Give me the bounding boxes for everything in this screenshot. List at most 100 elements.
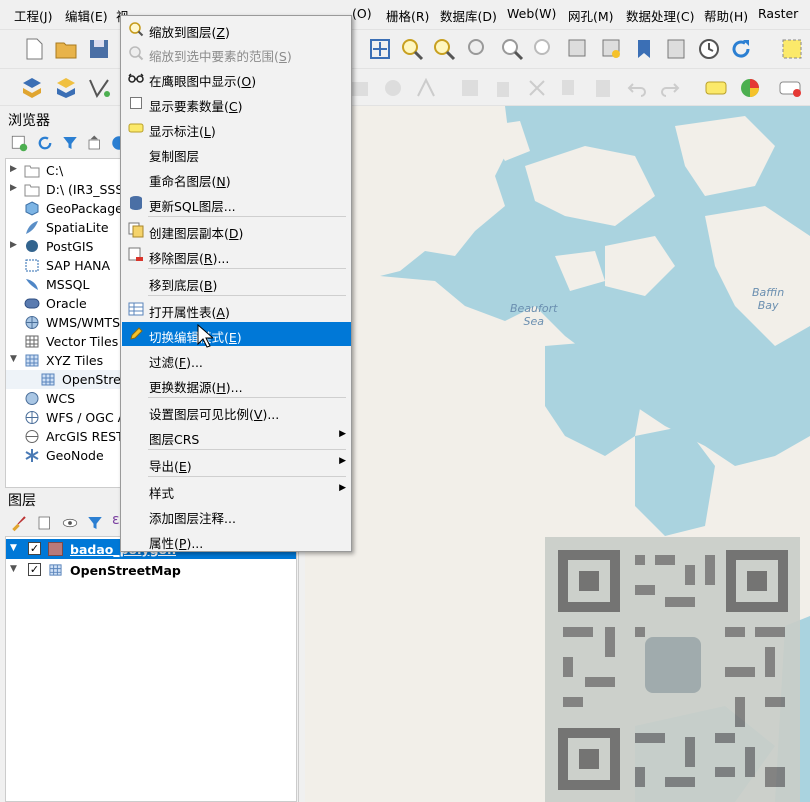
- data-source-manager-icon[interactable]: [20, 76, 44, 100]
- menu-layer-crs[interactable]: 图层CRS ▶: [122, 424, 351, 448]
- add-selected-layers-icon[interactable]: [10, 134, 28, 152]
- zoom-native-icon[interactable]: [466, 37, 490, 61]
- layer-visibility-checkbox[interactable]: ✓: [28, 563, 41, 576]
- menu-show-feature-count[interactable]: 显示要素数量(C): [122, 91, 351, 115]
- zoom-layer-toolbar-icon[interactable]: [532, 37, 556, 61]
- open-project-icon[interactable]: [54, 37, 78, 61]
- geopackage-icon: [25, 201, 39, 216]
- digitize-icon[interactable]: [87, 76, 111, 100]
- menu-remove-layer[interactable]: 移除图层(R)...: [122, 243, 351, 267]
- zoom-full-icon[interactable]: [368, 37, 392, 61]
- layer-row[interactable]: ▼ ✓ OpenStreetMap: [6, 560, 296, 580]
- refresh-browser-icon[interactable]: [36, 134, 54, 152]
- bookmark-icon[interactable]: [566, 37, 590, 61]
- checkbox-icon[interactable]: [130, 97, 142, 109]
- menu-filter[interactable]: 过滤(F)...: [122, 347, 351, 371]
- remove-layer-icon: [128, 247, 143, 261]
- new-bookmark-icon[interactable]: [600, 37, 624, 61]
- zoom-selection-toolbar-icon[interactable]: [500, 37, 524, 61]
- mouse-cursor-icon: [197, 324, 213, 348]
- menu-show-labels[interactable]: 显示标注(L): [122, 116, 351, 140]
- toolbar-add-feature-disabled-icon[interactable]: [381, 76, 405, 100]
- menu-duplicate-layer[interactable]: 创建图层副本(D): [122, 218, 351, 242]
- expand-arrow-icon[interactable]: ▼: [10, 543, 17, 553]
- expand-arrow-icon[interactable]: ▼: [10, 564, 17, 574]
- polygon-symbol-icon: [48, 542, 63, 556]
- beaufort-sea-label: Beaufort Sea: [510, 302, 558, 328]
- submenu-arrow-icon: ▶: [339, 483, 346, 493]
- menu-help[interactable]: 帮助(H): [704, 6, 748, 25]
- database-icon: [130, 196, 142, 210]
- arcgis-icon: [25, 430, 39, 443]
- select-features-icon[interactable]: [780, 37, 804, 61]
- zoom-selection-icon: [129, 46, 144, 61]
- visibility-eye-icon[interactable]: [61, 514, 79, 532]
- zoom-out-icon[interactable]: [432, 37, 456, 61]
- spatial-bookmarks-icon[interactable]: [664, 37, 688, 61]
- menu-show-in-overview[interactable]: 在鹰眼图中显示(O): [122, 66, 351, 90]
- label-abc-icon: [128, 123, 144, 133]
- menu-project[interactable]: 工程(J): [14, 6, 52, 25]
- layer-visibility-checkbox[interactable]: ✓: [28, 542, 41, 555]
- save-project-icon[interactable]: [87, 37, 111, 61]
- menu-toggle-editing[interactable]: 切换编辑模式(E): [122, 322, 351, 346]
- attribute-table-icon: [128, 302, 144, 316]
- refresh-icon[interactable]: [729, 37, 753, 61]
- toolbar-undo-disabled-icon[interactable]: [625, 76, 649, 100]
- menu-copy-layer[interactable]: 复制图层: [122, 141, 351, 165]
- layer-name: OpenStreetMap: [70, 563, 181, 578]
- style-layer-icon[interactable]: [10, 514, 28, 532]
- toolbar-paste-disabled-icon[interactable]: [591, 76, 615, 100]
- menu-set-scale-visibility[interactable]: 设置图层可见比例(V)...: [122, 399, 351, 423]
- temporal-controller-icon[interactable]: [697, 37, 721, 61]
- show-bookmarks-icon[interactable]: [632, 37, 656, 61]
- menu-properties[interactable]: 属性(P)...: [122, 528, 351, 552]
- add-group-icon[interactable]: [36, 514, 54, 532]
- toolbar-vertex-disabled-icon[interactable]: [414, 76, 438, 100]
- expression-filter-icon[interactable]: ε: [112, 512, 120, 528]
- menu-separator: [148, 476, 346, 477]
- menu-rename-layer[interactable]: 重命名图层(N): [122, 166, 351, 190]
- toolbar-delete-disabled-icon[interactable]: [491, 76, 515, 100]
- filter-legend-icon[interactable]: [86, 514, 104, 532]
- menu-zoom-to-selection[interactable]: 缩放到选中要素的范围(S): [122, 41, 351, 65]
- qr-code-watermark: [545, 537, 800, 802]
- menu-move-to-bottom[interactable]: 移到底层(B): [122, 270, 351, 294]
- menu-separator: [148, 216, 346, 217]
- label-toolbar-icon[interactable]: [704, 76, 728, 100]
- menu-database[interactable]: 数据库(D): [440, 6, 497, 25]
- menu-mesh[interactable]: 网孔(M): [568, 6, 614, 25]
- menu-settings[interactable]: (O): [352, 6, 372, 21]
- menu-separator: [148, 268, 346, 269]
- toolbar-modify-attributes-disabled-icon[interactable]: [458, 76, 482, 100]
- submenu-arrow-icon: ▶: [339, 429, 346, 439]
- new-project-icon[interactable]: [22, 37, 46, 61]
- mssql-icon: [26, 279, 38, 290]
- menu-update-sql-layer[interactable]: 更新SQL图层...: [122, 191, 351, 215]
- zoom-in-icon[interactable]: [400, 37, 424, 61]
- toolbar-redo-disabled-icon[interactable]: [658, 76, 682, 100]
- menu-separator: [148, 295, 346, 296]
- menu-change-data-source[interactable]: 更换数据源(H)...: [122, 372, 351, 396]
- collapse-all-icon[interactable]: [86, 134, 104, 152]
- toolbar-copy-disabled-icon[interactable]: [557, 76, 581, 100]
- layer-context-menu: 缩放到图层(Z) 缩放到选中要素的范围(S) 在鹰眼图中显示(O) 显示要素数量…: [120, 15, 352, 552]
- label-settings-icon[interactable]: [778, 76, 802, 100]
- menu-raster-plugin[interactable]: Raster: [758, 6, 798, 21]
- layers-title: 图层: [8, 493, 36, 509]
- menu-edit[interactable]: 编辑(E): [65, 6, 108, 25]
- diagram-icon[interactable]: [738, 76, 762, 100]
- toolbar-cut-disabled-icon[interactable]: [525, 76, 549, 100]
- menu-styles[interactable]: 样式 ▶: [122, 478, 351, 502]
- menu-raster[interactable]: 栅格(R): [386, 6, 429, 25]
- menu-open-attribute-table[interactable]: 打开属性表(A): [122, 297, 351, 321]
- browser-title: 浏览器: [8, 113, 50, 129]
- menu-processing[interactable]: 数据处理(C): [626, 6, 694, 25]
- menu-add-layer-notes[interactable]: 添加图层注释...: [122, 503, 351, 527]
- duplicate-layer-icon: [128, 222, 144, 238]
- menu-zoom-to-layer[interactable]: 缩放到图层(Z): [122, 17, 351, 41]
- new-layer-icon[interactable]: [54, 76, 78, 100]
- menu-export[interactable]: 导出(E) ▶: [122, 451, 351, 475]
- menu-web[interactable]: Web(W): [507, 6, 556, 21]
- filter-browser-icon[interactable]: [61, 134, 79, 152]
